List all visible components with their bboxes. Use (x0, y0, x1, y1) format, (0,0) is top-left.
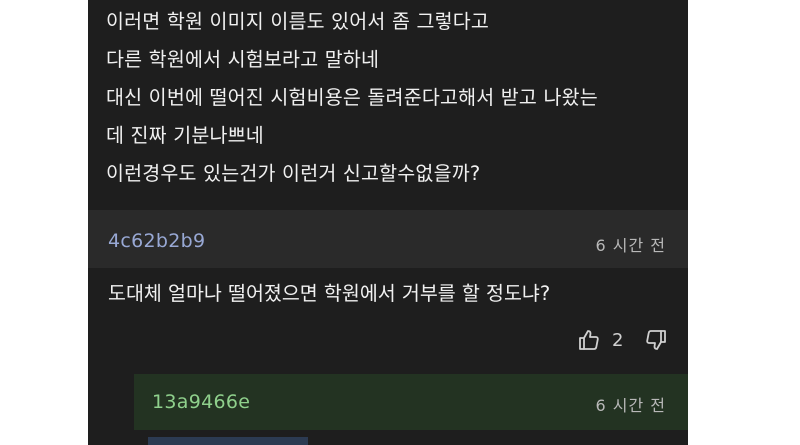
post-line: 이런경우도 있는건가 이런거 신고할수없을까? (106, 162, 481, 185)
reply-timestamp: 6 시간 전 (595, 396, 666, 415)
post-thread: 이러면 학원 이미지 이름도 있어서 좀 그렇다고 다른 학원에서 시험보라고 … (88, 0, 688, 445)
next-reply-preview (148, 437, 308, 445)
post-line: 대신 이번에 떨어진 시험비용은 돌려준다고해서 받고 나왔는 (106, 86, 598, 109)
reply-author[interactable]: 13a9466e (152, 391, 250, 413)
comment-timestamp: 6 시간 전 (595, 236, 666, 255)
comment-text: 도대체 얼마나 떨어졌으면 학원에서 거부를 할 정도냐? (108, 282, 551, 305)
thumbs-down-icon[interactable] (643, 327, 669, 353)
comment-header: 4c62b2b9 6 시간 전 (88, 210, 688, 268)
post-body: 이러면 학원 이미지 이름도 있어서 좀 그렇다고 다른 학원에서 시험보라고 … (88, 0, 688, 205)
post-line: 이러면 학원 이미지 이름도 있어서 좀 그렇다고 (106, 10, 490, 33)
reply-header: 13a9466e 6 시간 전 (134, 374, 688, 430)
thumbs-up-icon[interactable] (576, 327, 602, 353)
like-count: 2 (612, 329, 624, 351)
post-line: 데 진짜 기분나쁘네 (106, 124, 264, 147)
comment-author[interactable]: 4c62b2b9 (108, 230, 205, 252)
vote-bar: 2 (576, 325, 669, 355)
post-line: 다른 학원에서 시험보라고 말하네 (106, 48, 380, 71)
